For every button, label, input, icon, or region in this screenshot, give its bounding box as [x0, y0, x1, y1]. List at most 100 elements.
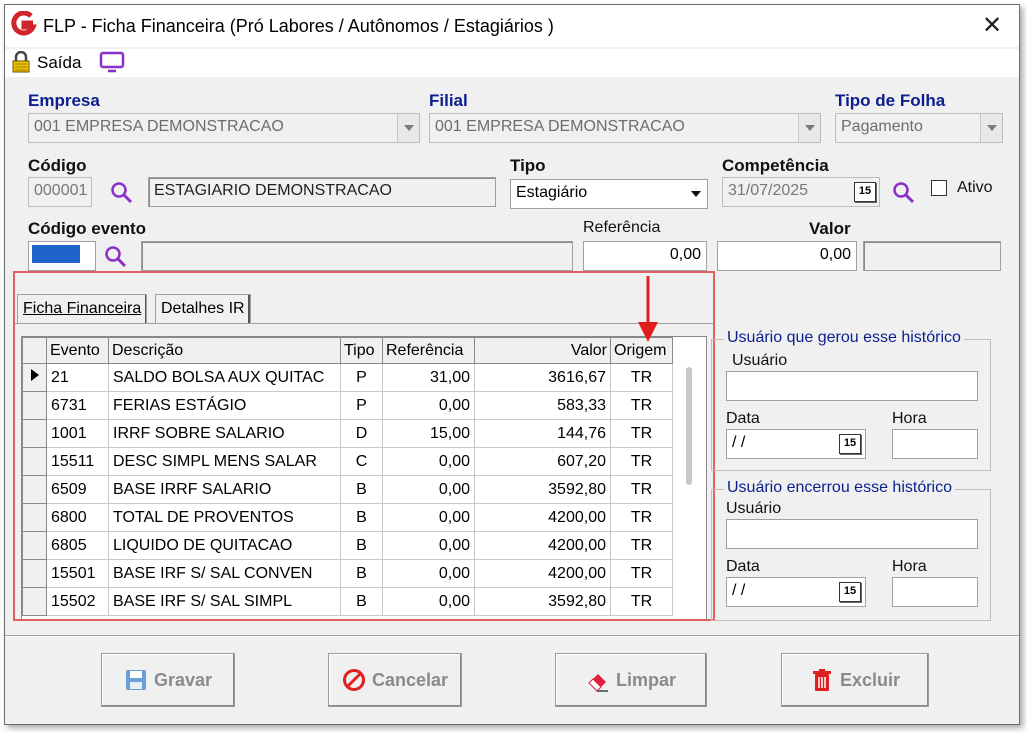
empresa-dropdown-icon[interactable]: [397, 114, 419, 142]
cell-origem[interactable]: TR: [610, 419, 673, 448]
competencia-search-icon[interactable]: [891, 180, 915, 204]
row-indicator[interactable]: [22, 419, 47, 448]
cell-descricao[interactable]: BASE IRF S/ SAL SIMPL: [108, 587, 341, 616]
cell-descricao[interactable]: BASE IRF S/ SAL CONVEN: [108, 559, 341, 588]
tipo-dropdown-icon[interactable]: [685, 180, 707, 208]
cell-evento[interactable]: 6731: [46, 391, 109, 420]
history-closed-calendar-icon[interactable]: 15: [839, 582, 861, 602]
ativo-checkbox[interactable]: [931, 180, 947, 196]
col-header-valor[interactable]: Valor: [474, 337, 611, 364]
table-row[interactable]: 6731 FERIAS ESTÁGIO P 0,00 583,33 TR: [22, 391, 673, 420]
history-created-user-field[interactable]: [726, 371, 978, 401]
cell-descricao[interactable]: SALDO BOLSA AUX QUITAC: [108, 363, 341, 392]
col-header-descricao[interactable]: Descrição: [108, 337, 341, 364]
cell-valor[interactable]: 607,20: [474, 447, 611, 476]
cell-origem[interactable]: TR: [610, 391, 673, 420]
cell-referencia[interactable]: 0,00: [382, 447, 475, 476]
row-indicator[interactable]: [22, 447, 47, 476]
cell-evento[interactable]: 15501: [46, 559, 109, 588]
cell-tipo[interactable]: B: [340, 587, 383, 616]
codigo-evento-input[interactable]: [28, 241, 96, 271]
table-row[interactable]: 6509 BASE IRRF SALARIO B 0,00 3592,80 TR: [22, 475, 673, 504]
table-row[interactable]: 1001 IRRF SOBRE SALARIO D 15,00 144,76 TR: [22, 419, 673, 448]
cell-referencia[interactable]: 0,00: [382, 559, 475, 588]
tipo-folha-dropdown-icon[interactable]: [980, 114, 1002, 142]
row-indicator[interactable]: [22, 531, 47, 560]
row-pointer-icon[interactable]: [22, 363, 47, 392]
col-header-evento[interactable]: Evento: [46, 337, 109, 364]
cell-valor[interactable]: 144,76: [474, 419, 611, 448]
tipo-select[interactable]: Estagiário: [510, 179, 708, 209]
competencia-calendar-icon[interactable]: 15: [854, 182, 876, 202]
col-header-referencia[interactable]: Referência: [382, 337, 475, 364]
cell-origem[interactable]: TR: [610, 559, 673, 588]
tab-ficha-financeira[interactable]: Ficha Financeira: [17, 294, 148, 324]
tab-detalhes-ir[interactable]: Detalhes IR: [155, 294, 251, 324]
grid-scrollbar-thumb[interactable]: [686, 367, 692, 485]
cell-referencia[interactable]: 0,00: [382, 475, 475, 504]
lock-icon[interactable]: [11, 51, 31, 73]
cell-origem[interactable]: TR: [610, 447, 673, 476]
cell-descricao[interactable]: LIQUIDO DE QUITACAO: [108, 531, 341, 560]
row-indicator[interactable]: [22, 503, 47, 532]
cell-tipo[interactable]: B: [340, 503, 383, 532]
row-indicator[interactable]: [22, 559, 47, 588]
cell-evento[interactable]: 15502: [46, 587, 109, 616]
cell-descricao[interactable]: BASE IRRF SALARIO: [108, 475, 341, 504]
history-created-calendar-icon[interactable]: 15: [839, 434, 861, 454]
cell-evento[interactable]: 6800: [46, 503, 109, 532]
cell-valor[interactable]: 4200,00: [474, 503, 611, 532]
codigo-input[interactable]: 000001: [28, 177, 92, 207]
cell-tipo[interactable]: P: [340, 363, 383, 392]
cell-origem[interactable]: TR: [610, 587, 673, 616]
cell-evento[interactable]: 6509: [46, 475, 109, 504]
cell-origem[interactable]: TR: [610, 363, 673, 392]
cell-tipo[interactable]: C: [340, 447, 383, 476]
exit-button[interactable]: Saída: [37, 53, 81, 73]
cell-referencia[interactable]: 31,00: [382, 363, 475, 392]
cell-origem[interactable]: TR: [610, 475, 673, 504]
cell-valor[interactable]: 583,33: [474, 391, 611, 420]
cell-descricao[interactable]: TOTAL DE PROVENTOS: [108, 503, 341, 532]
cell-referencia[interactable]: 0,00: [382, 587, 475, 616]
table-row[interactable]: 21 SALDO BOLSA AUX QUITAC P 31,00 3616,67 TR: [22, 363, 673, 392]
cell-referencia[interactable]: 0,00: [382, 503, 475, 532]
clear-button[interactable]: Limpar: [555, 653, 707, 707]
history-created-hour-field[interactable]: [892, 429, 978, 459]
referencia-input[interactable]: 0,00: [583, 241, 707, 271]
row-indicator[interactable]: [22, 475, 47, 504]
cell-valor[interactable]: 4200,00: [474, 559, 611, 588]
cell-tipo[interactable]: D: [340, 419, 383, 448]
close-icon[interactable]: ✕: [977, 11, 1007, 41]
row-indicator[interactable]: [22, 391, 47, 420]
cell-referencia[interactable]: 0,00: [382, 391, 475, 420]
cell-tipo[interactable]: B: [340, 559, 383, 588]
cell-tipo[interactable]: B: [340, 475, 383, 504]
cell-evento[interactable]: 21: [46, 363, 109, 392]
filial-select[interactable]: 001 EMPRESA DEMONSTRACAO: [429, 113, 821, 143]
table-row[interactable]: 6805 LIQUIDO DE QUITACAO B 0,00 4200,00 TR: [22, 531, 673, 560]
monitor-icon[interactable]: [99, 51, 125, 73]
cancel-button[interactable]: Cancelar: [328, 653, 462, 707]
cell-evento[interactable]: 15511: [46, 447, 109, 476]
empresa-select[interactable]: 001 EMPRESA DEMONSTRACAO: [28, 113, 420, 143]
cell-referencia[interactable]: 15,00: [382, 419, 475, 448]
ficha-financeira-grid[interactable]: Evento Descrição Tipo Referência Valor O…: [21, 336, 707, 620]
cell-valor[interactable]: 3616,67: [474, 363, 611, 392]
table-row[interactable]: 6800 TOTAL DE PROVENTOS B 0,00 4200,00 TR: [22, 503, 673, 532]
save-button[interactable]: Gravar: [101, 653, 235, 707]
tipo-folha-select[interactable]: Pagamento: [835, 113, 1003, 143]
row-indicator[interactable]: [22, 587, 47, 616]
table-row[interactable]: 15501 BASE IRF S/ SAL CONVEN B 0,00 4200,00 T…: [22, 559, 673, 588]
table-row[interactable]: 15511 DESC SIMPL MENS SALAR C 0,00 607,20 TR: [22, 447, 673, 476]
cell-tipo[interactable]: P: [340, 391, 383, 420]
history-closed-user-field[interactable]: [726, 519, 978, 549]
cell-origem[interactable]: TR: [610, 503, 673, 532]
col-header-tipo[interactable]: Tipo: [340, 337, 383, 364]
cell-evento[interactable]: 1001: [46, 419, 109, 448]
delete-button[interactable]: Excluir: [781, 653, 929, 707]
cell-valor[interactable]: 3592,80: [474, 475, 611, 504]
cell-descricao[interactable]: DESC SIMPL MENS SALAR: [108, 447, 341, 476]
cell-valor[interactable]: 3592,80: [474, 587, 611, 616]
cell-descricao[interactable]: FERIAS ESTÁGIO: [108, 391, 341, 420]
